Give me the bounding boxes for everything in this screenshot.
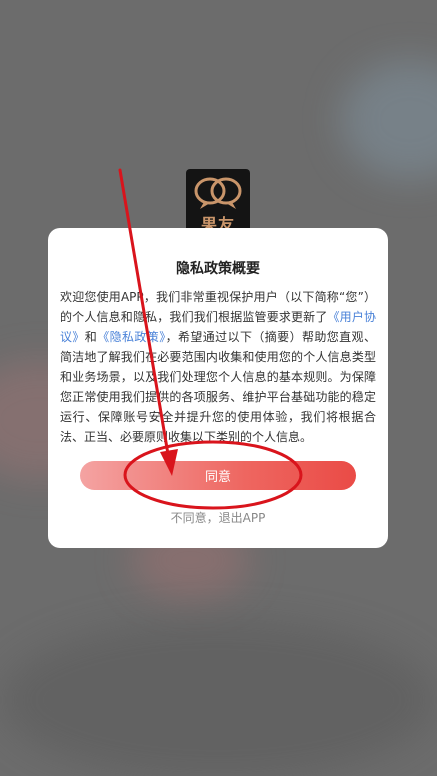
app-logo: 果友 [186, 169, 250, 233]
background-blur [0, 620, 437, 776]
speech-bubbles-icon [194, 177, 242, 209]
agree-button[interactable]: 同意 [80, 461, 356, 490]
app-screen: 果友 隐私政策概要 欢迎您使用APP，我们非常重视保护用户（以下简称“您”）的个… [0, 0, 437, 776]
privacy-policy-link[interactable]: 《隐私政策》 [97, 330, 165, 344]
dialog-title: 隐私政策概要 [176, 261, 260, 277]
body-text: 和 [84, 330, 98, 344]
background-blur [340, 60, 437, 180]
dialog-body: 欢迎您使用APP，我们非常重视保护用户（以下简称“您”）的个人信息和隐私，我们我… [60, 287, 376, 447]
body-text: ，希望通过以下（摘要）帮助您直观、简洁地了解我们在必要范围内收集和使用您的个人信… [60, 330, 376, 444]
privacy-policy-dialog: 隐私政策概要 欢迎您使用APP，我们非常重视保护用户（以下简称“您”）的个人信息… [48, 228, 388, 548]
disagree-exit-link[interactable]: 不同意，退出APP [48, 509, 388, 526]
